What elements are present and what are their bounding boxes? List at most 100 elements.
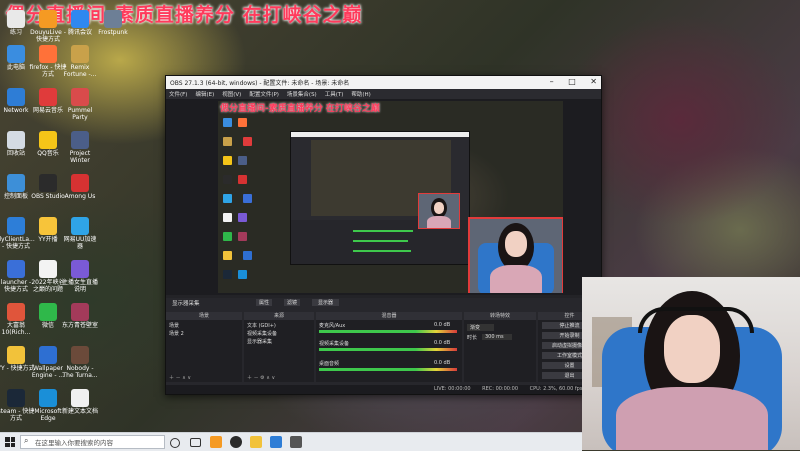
desktop-icon[interactable]: Pummel Party [61, 88, 99, 121]
windows-start-icon[interactable] [5, 437, 15, 447]
streamer-body [616, 387, 768, 450]
mixer-channel-name: 视频采集设备 [319, 341, 350, 347]
audio-mixer[interactable]: 麦克风/Aux 0.0 dB 视频采集设备 0.0 dB 桌面音频 0.0 dB [316, 320, 462, 382]
taskbar-app-icon[interactable] [210, 436, 222, 448]
taskbar-search-input[interactable]: 在这里输入你要搜索的内容 [20, 435, 165, 449]
mixer-dock-title: 混音器 [316, 312, 462, 320]
taskbar-obs-icon[interactable] [230, 436, 242, 448]
duration-input[interactable]: 300 ms [482, 334, 512, 340]
menu-view[interactable]: 视图(V) [222, 90, 241, 98]
computer-icon [7, 45, 25, 63]
edge-icon [39, 389, 57, 407]
mixer-meter [319, 330, 457, 333]
maximize-icon[interactable]: □ [568, 77, 576, 86]
image-icon [71, 303, 89, 321]
network-icon [7, 88, 25, 106]
headphones [638, 307, 754, 333]
source-item[interactable]: 文本 (GDI+) [247, 322, 276, 329]
scenes-dock-title: 场景 [166, 312, 242, 320]
douyu-icon [39, 10, 57, 28]
mixer-meter [319, 368, 457, 371]
rec-timer: REC: 00:00:00 [482, 386, 519, 392]
taskbar-app-icon[interactable] [270, 436, 282, 448]
source-filters-button[interactable]: 滤镜 [284, 299, 301, 306]
desktop-icon[interactable]: Frostpunk [94, 10, 132, 36]
mixer-channel-level: 0.0 dB [434, 360, 451, 366]
sources-list[interactable]: 文本 (GDI+) 视频采集设备 显示器采集 ＋ － ⚙ ∧ ∨ [244, 320, 314, 382]
transitions-panel[interactable]: 渐变 时长 300 ms [464, 320, 536, 382]
desktop-icon-label: Project Winter [69, 150, 91, 164]
desktop-icon[interactable]: 主播女生直播说明 [61, 260, 99, 293]
desktop-icon[interactable]: Project Winter [61, 131, 99, 164]
source-controls[interactable]: ＋ － ⚙ ∧ ∨ [247, 374, 275, 381]
desktop-icon[interactable]: 新建文本文档 [61, 389, 99, 415]
cortana-icon[interactable] [170, 438, 180, 448]
task-view-icon[interactable] [190, 438, 201, 447]
desktop-icon-label: Remix Fortune -... [63, 64, 97, 78]
menu-tools[interactable]: 工具(T) [325, 90, 344, 98]
desktop-icon[interactable]: Remix Fortune -... [61, 45, 99, 78]
music-icon [39, 88, 57, 106]
desktop-icon-label: Nobody - The Turna... [62, 365, 98, 379]
firefox-icon [39, 45, 57, 63]
desktop-icon-label: Frostpunk [98, 29, 128, 36]
scene-item[interactable]: 场景 2 [169, 330, 184, 337]
taskbar-yy-icon[interactable] [250, 436, 262, 448]
wallpaper-icon [39, 346, 57, 364]
mixer-channel-level: 0.0 dB [434, 340, 451, 346]
preview-canvas[interactable]: 偲分直播间-素质直播养分 在打峡谷之巅 [218, 101, 563, 293]
obs-docks: 显示器采集 属性 滤镜 显示器 场景 场景 场景 2 ＋ － ∧ ∨ 来源 文本… [166, 298, 601, 394]
meeting-icon [71, 10, 89, 28]
game-icon [7, 303, 25, 321]
desktop-icon-label: Among Us [64, 193, 96, 200]
desktop-icon[interactable]: Among Us [61, 174, 99, 200]
desktop-icon[interactable]: 东方青苍壁室 [61, 303, 99, 329]
desktop-icon[interactable]: 网易UU加速器 [61, 217, 99, 250]
live-timer: LIVE: 00:00:00 [434, 386, 471, 392]
mixer-meter [319, 348, 457, 351]
duration-label: 时长 [467, 335, 478, 341]
selected-source-name: 显示器采集 [172, 301, 200, 307]
obs-icon [39, 174, 57, 192]
game-icon [71, 88, 89, 106]
source-item[interactable]: 视频采集设备 [247, 330, 277, 337]
steam-icon [7, 389, 25, 407]
obs-titlebar[interactable]: OBS 27.1.3 (64-bit, windows) - 配置文件: 未命名… [166, 76, 601, 89]
menu-profile[interactable]: 配置文件(P) [249, 90, 279, 98]
document-icon [7, 10, 25, 28]
yy-icon [7, 346, 25, 364]
mixer-channel-name: 桌面音频 [319, 361, 340, 367]
close-icon[interactable]: ✕ [590, 77, 597, 86]
webcam-source-preview[interactable] [468, 217, 563, 293]
mixer-channel-name: 麦克风/Aux [319, 323, 346, 329]
scene-item[interactable]: 场景 [169, 322, 179, 329]
scene-controls[interactable]: ＋ － ∧ ∨ [169, 374, 191, 381]
game-icon [71, 45, 89, 63]
yy-icon [39, 217, 57, 235]
windows-taskbar: 在这里输入你要搜索的内容 ⌕ [0, 432, 582, 451]
source-item[interactable]: 显示器采集 [247, 338, 272, 345]
sources-dock-title: 来源 [244, 312, 314, 320]
transition-select[interactable]: 渐变 [467, 324, 495, 331]
menu-help[interactable]: 帮助(H) [351, 90, 370, 98]
document-icon [39, 260, 57, 278]
douyu-icon [7, 217, 25, 235]
game-icon [104, 10, 122, 28]
minimize-icon[interactable]: – [550, 77, 554, 86]
desktop-icon-label: 东方青苍壁室 [61, 322, 98, 329]
control-panel-icon [7, 174, 25, 192]
obs-preview-area[interactable]: 偲分直播间-素质直播养分 在打峡谷之巅 [166, 99, 601, 295]
taskbar-app-icon[interactable] [290, 436, 302, 448]
source-screen-select[interactable]: 显示器 [312, 299, 340, 306]
menu-edit[interactable]: 编辑(E) [195, 90, 214, 98]
webcam-overlay [582, 277, 800, 450]
menu-file[interactable]: 文件(F) [169, 90, 187, 98]
source-properties-button[interactable]: 属性 [256, 299, 273, 306]
menu-scene-collection[interactable]: 场景集合(S) [287, 90, 317, 98]
document-icon [71, 260, 89, 278]
preview-overlay-title: 偲分直播间-素质直播养分 在打峡谷之巅 [220, 104, 380, 114]
scenes-list[interactable]: 场景 场景 2 ＋ － ∧ ∨ [166, 320, 242, 382]
preview-desktop-icons [220, 115, 260, 286]
desktop-icon[interactable]: Nobody - The Turna... [61, 346, 99, 379]
obs-window[interactable]: OBS 27.1.3 (64-bit, windows) - 配置文件: 未命名… [165, 75, 602, 395]
